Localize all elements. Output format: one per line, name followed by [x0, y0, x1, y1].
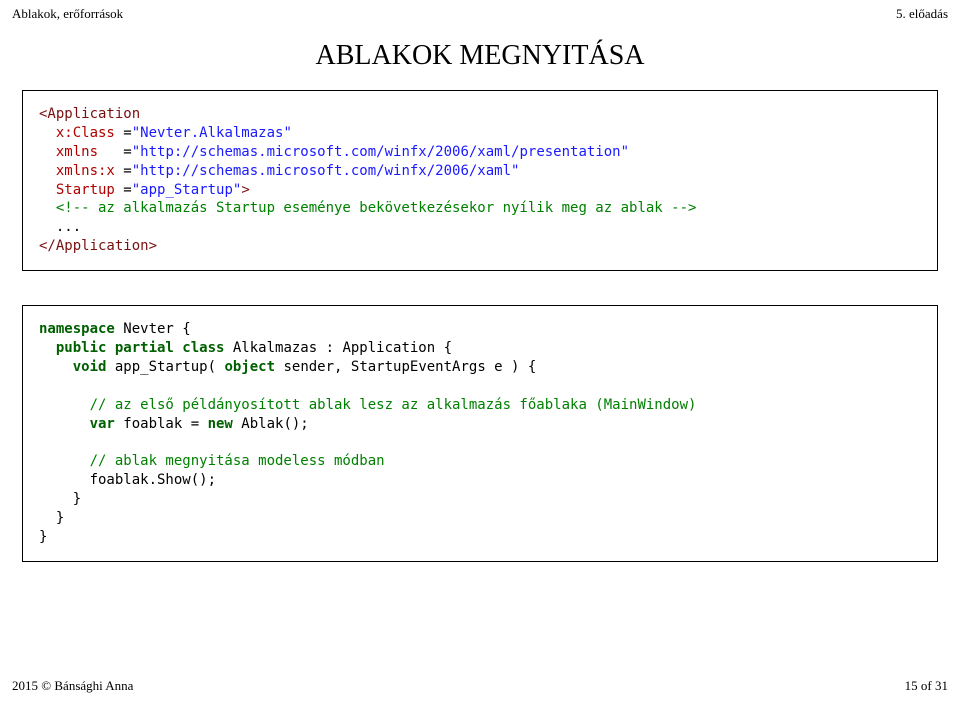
xaml-tag-open-close: >	[241, 182, 249, 198]
header-right: 5. előadás	[896, 6, 948, 22]
header-left: Ablakok, erőforrások	[12, 6, 123, 22]
xaml-val-xmlns: "http://schemas.microsoft.com/winfx/2006…	[132, 144, 629, 160]
cs-show-call: foablak.Show();	[39, 472, 216, 488]
xaml-attr-class: x:Class	[39, 125, 123, 141]
code-box-csharp: namespace Nevter { public partial class …	[22, 305, 938, 562]
xaml-attr-xmlnsx: xmlns:x	[39, 163, 123, 179]
xaml-attr-startup: Startup	[39, 182, 123, 198]
header-bar: Ablakok, erőforrások 5. előadás	[12, 6, 948, 22]
code-box-xaml: <Application x:Class ="Nevter.Alkalmazas…	[22, 90, 938, 271]
xaml-val-xmlnsx: "http://schemas.microsoft.com/winfx/2006…	[132, 163, 520, 179]
xaml-attr-xmlns: xmlns	[39, 144, 123, 160]
xaml-val-class: "Nevter.Alkalmazas"	[132, 125, 292, 141]
cs-kw-namespace: namespace	[39, 321, 115, 337]
xaml-tag-open: <Application	[39, 106, 140, 122]
code-csharp: namespace Nevter { public partial class …	[39, 320, 921, 547]
cs-kw-object: object	[224, 359, 275, 375]
xaml-ellipsis: ...	[39, 219, 81, 235]
page-title: ABLAKOK MEGNYITÁSA	[12, 40, 948, 72]
cs-kw-var: var	[39, 416, 115, 432]
code-xaml: <Application x:Class ="Nevter.Alkalmazas…	[39, 105, 921, 256]
cs-kw-new: new	[208, 416, 233, 432]
cs-comment-2: // ablak megnyitása modeless módban	[39, 453, 385, 469]
cs-kw-void: void	[39, 359, 106, 375]
xaml-comment: <!-- az alkalmazás Startup eseménye bekö…	[39, 200, 696, 216]
footer-left: 2015 © Bánsághi Anna	[12, 678, 133, 694]
xaml-val-startup: "app_Startup"	[132, 182, 242, 198]
cs-comment-1: // az első példányosított ablak lesz az …	[39, 397, 696, 413]
xaml-tag-close: </Application>	[39, 238, 157, 254]
cs-kw-class: public partial class	[39, 340, 224, 356]
footer-bar: 2015 © Bánsághi Anna 15 of 31	[12, 678, 948, 694]
footer-right: 15 of 31	[905, 678, 948, 694]
